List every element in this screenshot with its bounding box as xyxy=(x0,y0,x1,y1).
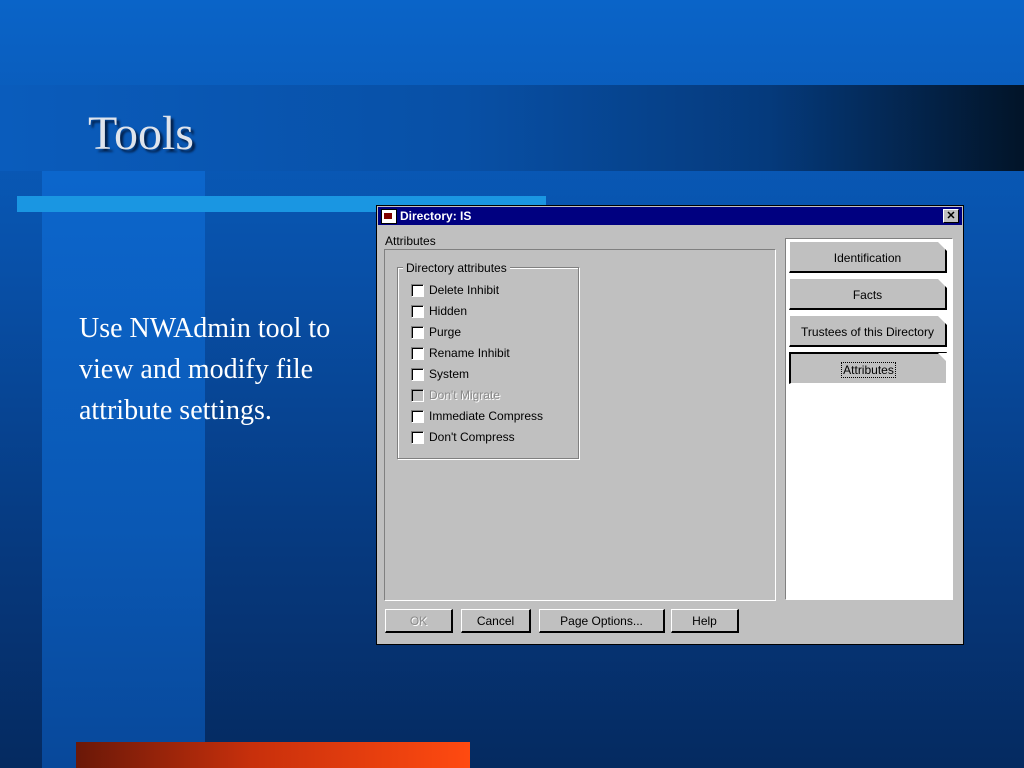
checkbox-system[interactable]: System xyxy=(411,366,469,382)
checkbox-label: System xyxy=(429,367,470,381)
checkbox-box[interactable] xyxy=(411,367,424,381)
checkbox-hidden[interactable]: Hidden xyxy=(411,303,467,319)
groupbox-label: Directory attributes xyxy=(403,261,510,275)
tab-identification[interactable]: Identification xyxy=(789,241,947,273)
left-accent-panel xyxy=(42,170,205,768)
close-icon: ✕ xyxy=(946,210,956,222)
tab-label: Attributes xyxy=(841,362,896,378)
checkbox-dont-compress[interactable]: Don't Compress xyxy=(411,429,515,445)
tab-label: Identification xyxy=(833,251,902,265)
checkbox-delete-inhibit[interactable]: Delete Inhibit xyxy=(411,282,499,298)
ok-button[interactable]: OK xyxy=(385,609,453,633)
checkbox-label: Rename Inhibit xyxy=(429,346,510,360)
checkbox-label: Hidden xyxy=(429,304,468,318)
checkbox-label: Immediate Compress xyxy=(429,409,544,423)
window-icon[interactable] xyxy=(381,209,397,224)
tab-trustees[interactable]: Trustees of this Directory xyxy=(789,315,947,347)
tab-label: Trustees of this Directory xyxy=(801,325,934,339)
checkbox-box[interactable] xyxy=(411,346,424,360)
checkbox-box[interactable] xyxy=(411,325,424,339)
cancel-button[interactable]: Cancel xyxy=(461,609,531,633)
checkbox-box[interactable] xyxy=(411,304,424,318)
tab-facts[interactable]: Facts xyxy=(789,278,947,310)
tab-attributes[interactable]: Attributes xyxy=(789,352,948,384)
checkbox-purge[interactable]: Purge xyxy=(411,324,461,340)
slide-body-text: Use NWAdmin tool to view and modify file… xyxy=(79,313,331,426)
directory-dialog: Directory: IS ✕ Attributes Directory att… xyxy=(376,205,964,645)
page-options-button[interactable]: Page Options... xyxy=(539,609,665,633)
tab-label: Facts xyxy=(852,288,883,302)
slide-title: Tools xyxy=(88,107,194,160)
close-button[interactable]: ✕ xyxy=(943,209,959,223)
checkbox-label: Don't Compress xyxy=(429,430,515,444)
checkbox-box[interactable] xyxy=(411,409,424,423)
bottom-accent-bar xyxy=(76,742,470,768)
checkbox-immediate-compress[interactable]: Immediate Compress xyxy=(411,408,543,424)
checkbox-label: Purge xyxy=(429,325,462,339)
dialog-titlebar[interactable]: Directory: IS ✕ xyxy=(378,207,962,225)
checkbox-box[interactable] xyxy=(411,283,424,297)
help-button[interactable]: Help xyxy=(671,609,739,633)
checkbox-dont-migrate: Don't Migrate xyxy=(411,387,500,403)
dialog-title: Directory: IS xyxy=(400,209,472,223)
checkbox-box xyxy=(411,388,424,402)
checkbox-label: Don't Migrate xyxy=(429,388,500,402)
page-label: Attributes xyxy=(385,234,436,248)
checkbox-box[interactable] xyxy=(411,430,424,444)
checkbox-label: Delete Inhibit xyxy=(429,283,500,297)
checkbox-rename-inhibit[interactable]: Rename Inhibit xyxy=(411,345,510,361)
